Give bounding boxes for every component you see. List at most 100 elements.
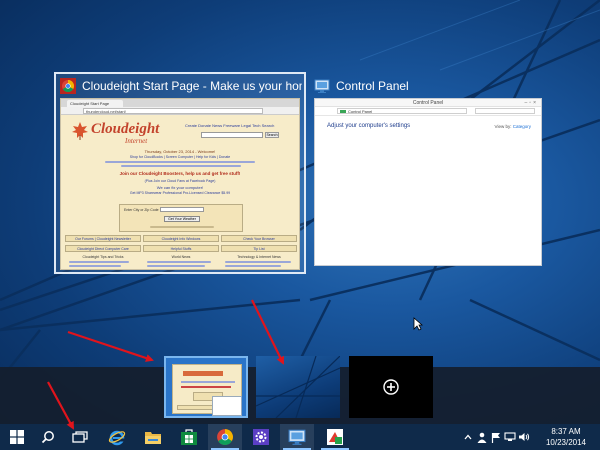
internet-explorer-icon	[108, 430, 126, 446]
show-hidden-icons-button[interactable]	[462, 430, 474, 444]
search-icon	[41, 431, 54, 444]
view-by-value: Category	[512, 124, 531, 129]
taskbar: 8:37 AM 10/23/2014	[0, 424, 600, 450]
site-search-button: Search	[265, 132, 279, 138]
promo-line-2: (Plus Join our Cloud Fans at Facebook Pa…	[144, 179, 216, 183]
window-title: Cloudeight Start Page - Make us your hom…	[82, 79, 302, 93]
link-cell: Cloudeight Info Windows	[143, 235, 219, 242]
column-header: World News	[171, 255, 191, 259]
window-preview: Control Panel –▫× Control Panel Adjust y…	[314, 98, 542, 266]
task-view-window-control-panel[interactable]: Control Panel Control Panel –▫× Control …	[314, 76, 542, 266]
task-view-button[interactable]	[64, 424, 96, 450]
chrome-icon	[60, 78, 76, 94]
control-panel-taskbar-button[interactable]	[280, 424, 314, 450]
task-view-window-chrome[interactable]: Cloudeight Start Page - Make us your hom…	[54, 72, 306, 274]
browser-tab: Cloudeight Start Page	[67, 100, 123, 107]
address-text: thundercloud.net/start/	[83, 108, 263, 114]
new-desktop-button[interactable]	[349, 356, 433, 418]
task-view-icon	[72, 431, 88, 443]
control-panel-titlebar: Control Panel –▫×	[315, 99, 541, 107]
preview-line	[181, 381, 235, 383]
control-panel-view-by: View by: Category	[495, 124, 531, 129]
site-nav-links: Create Donate News Freeware Legal Tech S…	[185, 123, 275, 128]
clock-date: 10/23/2014	[545, 438, 587, 447]
internet-explorer-button[interactable]	[100, 424, 134, 450]
site-search-input	[201, 132, 263, 138]
column-header: Technology & Internet News	[237, 255, 281, 259]
start-button[interactable]	[0, 424, 34, 450]
links-row-2	[105, 161, 255, 163]
control-panel-icon	[288, 429, 306, 445]
site-logo-text: Cloudeight	[91, 121, 160, 137]
volume-icon	[519, 433, 530, 441]
store-button[interactable]	[172, 424, 206, 450]
link-cell: Cloudeight Direct Computer Care	[65, 245, 141, 252]
mouse-cursor-icon	[413, 317, 423, 331]
promo-line-3: We can fix your computer!	[156, 185, 204, 190]
clock-time: 8:37 AM	[551, 427, 581, 436]
window-header: Control Panel	[314, 76, 542, 96]
zip-input	[160, 207, 204, 212]
links-row-3	[121, 165, 241, 167]
preview-line	[181, 386, 231, 388]
weather-box: Enter City or Zip Code Get Your Weather	[119, 204, 243, 232]
web-page: Cloudeight Internet Create Donate News F…	[61, 115, 299, 269]
date-line: Thursday, October 23, 2014 - Welcome!	[144, 149, 216, 154]
news-line	[69, 261, 129, 263]
window-header: Cloudeight Start Page - Make us your hom…	[60, 76, 302, 96]
chrome-taskbar-button[interactable]	[208, 424, 242, 450]
link-cell: Tip List	[221, 245, 297, 252]
news-line	[69, 265, 121, 267]
browser-tab-strip: Cloudeight Start Page	[61, 99, 299, 107]
weather-button: Get Your Weather	[164, 216, 200, 222]
news-line	[225, 265, 281, 267]
window-title: Control Panel	[336, 79, 409, 93]
news-line	[147, 261, 211, 263]
virtual-desktop-1[interactable]	[164, 356, 248, 418]
taskbar-clock[interactable]: 8:37 AM 10/23/2014	[538, 426, 594, 448]
system-tray: 8:37 AM 10/23/2014	[450, 424, 600, 450]
network-icon	[504, 432, 516, 441]
desktop-1-cp-preview	[212, 396, 242, 416]
file-explorer-icon	[145, 432, 161, 444]
network-button[interactable]	[504, 430, 516, 444]
chrome-icon	[217, 429, 233, 445]
desktop-background: Cloudeight Start Page - Make us your hom…	[0, 0, 600, 450]
control-panel-search	[475, 108, 535, 114]
virtual-desktop-2[interactable]	[256, 356, 340, 418]
view-by-label: View by:	[494, 124, 512, 129]
paint-button[interactable]	[318, 424, 352, 450]
control-panel-heading: Adjust your computer's settings	[327, 123, 411, 129]
volume-button[interactable]	[518, 430, 530, 444]
control-panel-icon	[314, 78, 330, 94]
people-tray-button[interactable]	[476, 430, 488, 444]
news-line	[225, 261, 291, 263]
control-panel-window-title: Control Panel	[412, 100, 444, 106]
windows-start-icon	[10, 430, 24, 444]
settings-gear-icon	[253, 429, 269, 445]
news-line	[147, 265, 205, 267]
action-center-button[interactable]	[490, 430, 502, 444]
window-controls: –▫×	[524, 100, 538, 106]
store-icon	[181, 429, 197, 445]
control-panel-address-bar: Control Panel	[315, 107, 541, 116]
flag-icon	[491, 432, 500, 443]
column-header: Cloudeight Tips and Tricks	[82, 255, 124, 259]
settings-button[interactable]	[244, 424, 278, 450]
person-icon	[477, 432, 487, 443]
maple-leaf-logo	[72, 122, 88, 140]
zip-label: Enter City or Zip Code	[124, 208, 159, 212]
desktop-2-wallpaper	[256, 356, 340, 418]
plus-circle-icon	[383, 379, 399, 395]
search-button[interactable]	[34, 424, 62, 450]
promo-line-4: Get MP3 Sharewear Professional Pro-Licen…	[129, 191, 231, 195]
control-panel-path: Control Panel	[337, 108, 467, 114]
preview-logo	[183, 371, 223, 376]
paint-icon	[327, 429, 343, 445]
link-cell: Our Forums | Cloudeight Newsletter	[65, 235, 141, 242]
window-preview: Cloudeight Start Page thundercloud.net/s…	[60, 98, 300, 270]
file-explorer-button[interactable]	[136, 424, 170, 450]
share-buttons	[157, 197, 205, 210]
browser-address-bar: thundercloud.net/start/	[61, 107, 299, 115]
links-row: Shop for CloudBooks | Screen Computer | …	[129, 155, 231, 159]
